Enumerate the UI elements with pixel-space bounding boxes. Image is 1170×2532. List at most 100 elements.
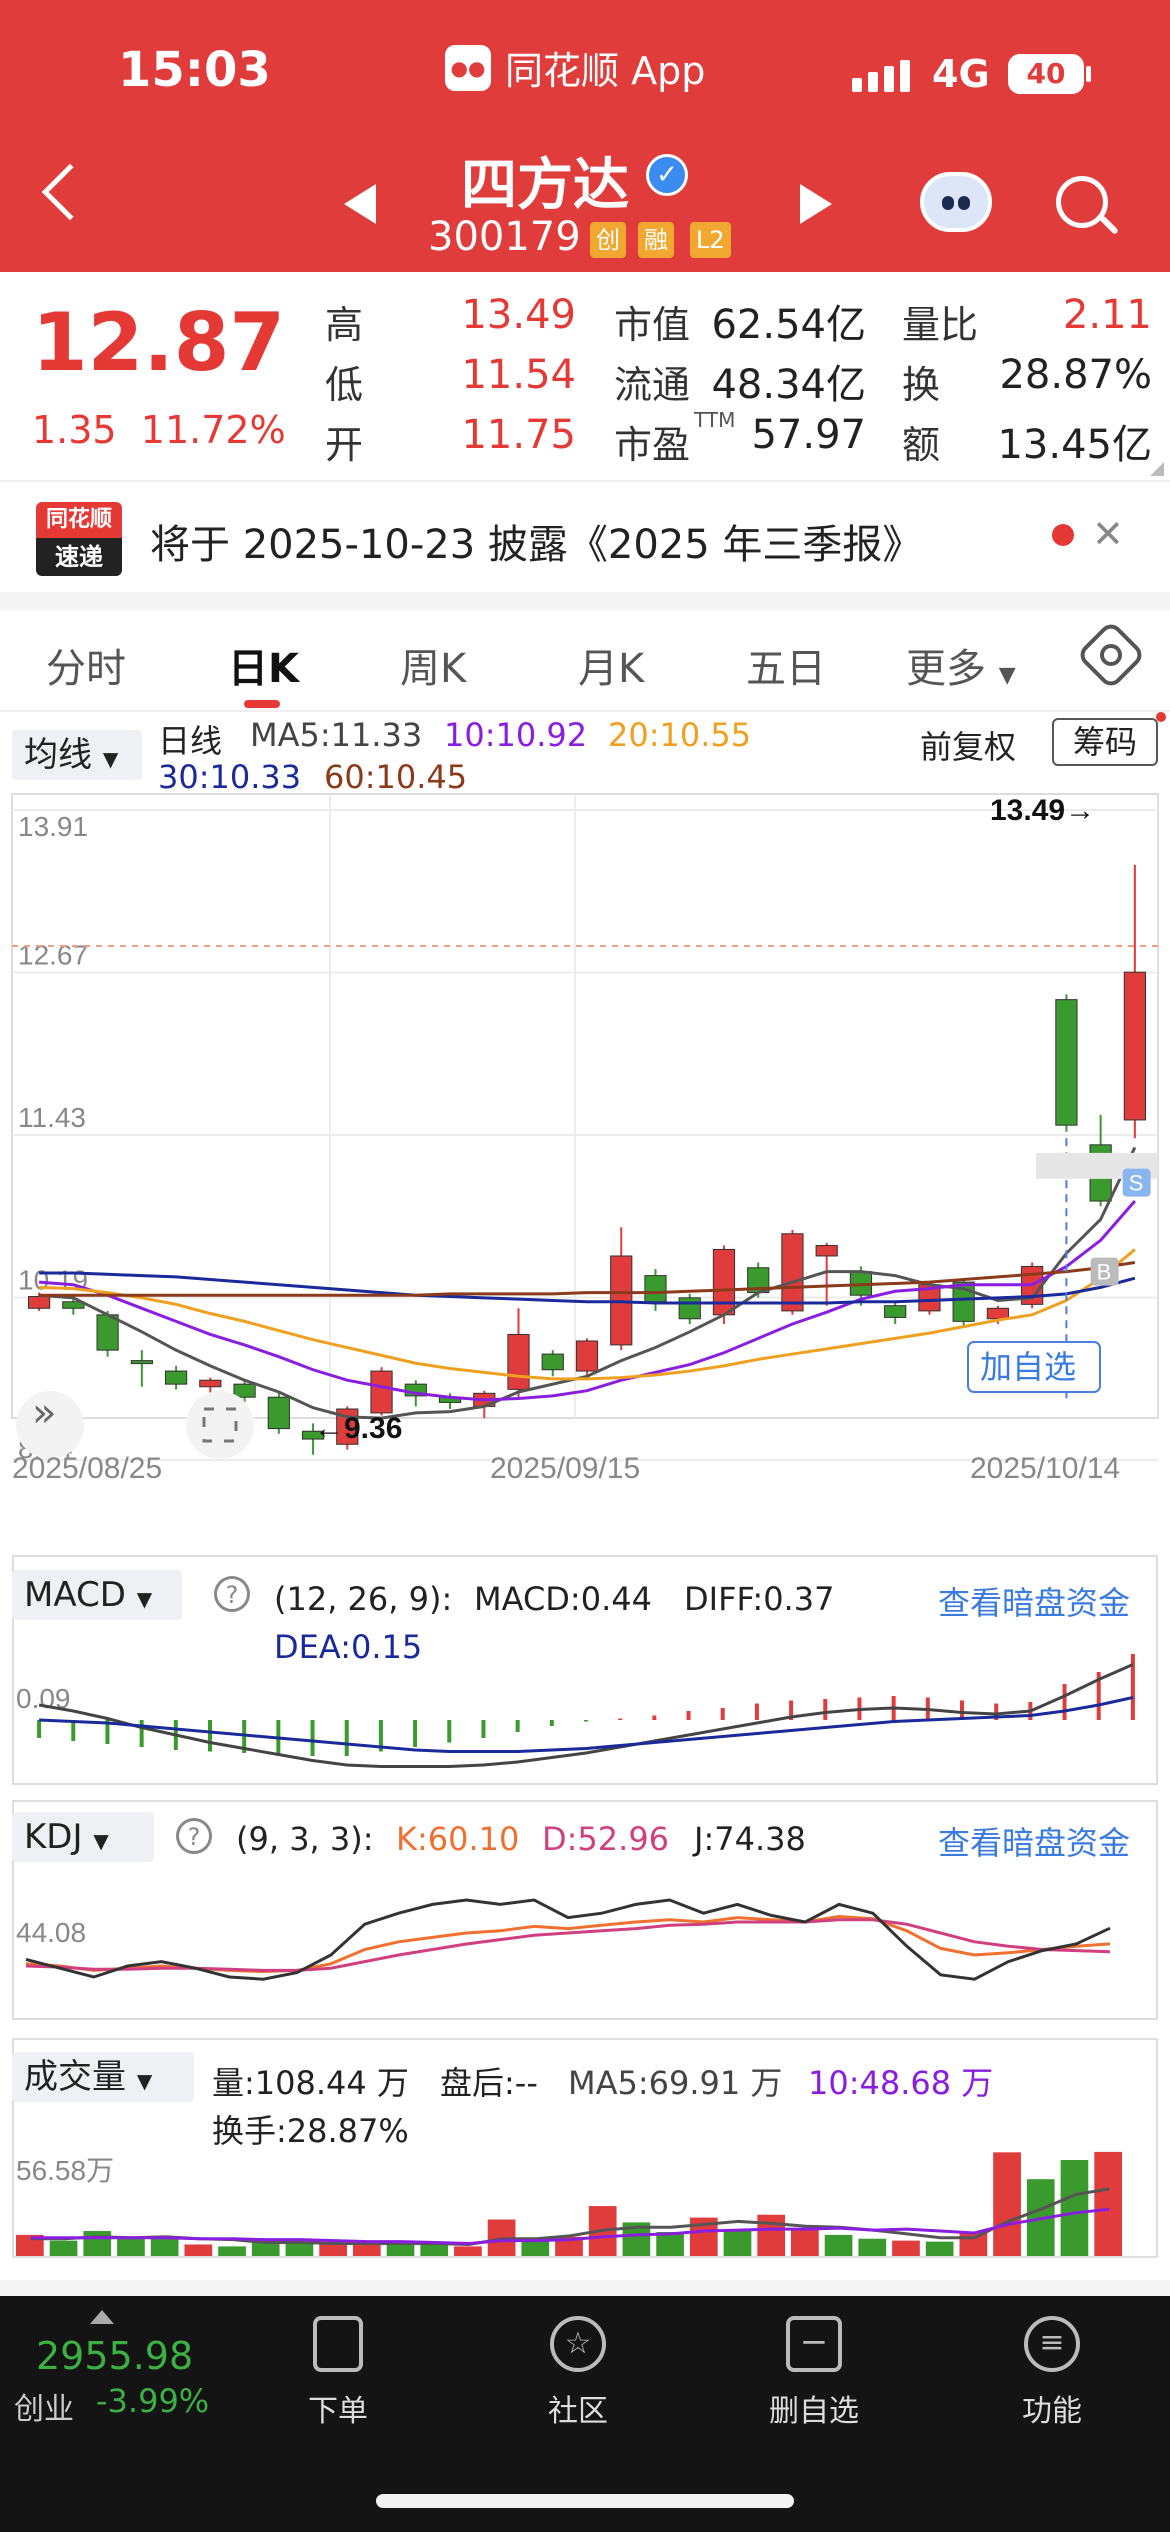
candle-body bbox=[233, 1383, 256, 1398]
section-divider bbox=[0, 2280, 1170, 2296]
volume-y-label: 56.58万 bbox=[16, 2155, 114, 2186]
value-pe: 57.97 bbox=[751, 412, 866, 458]
kdj-y-label: 44.08 bbox=[16, 1917, 86, 1948]
app-logo-icon: ●● bbox=[445, 44, 491, 91]
settings-icon-center bbox=[1100, 644, 1122, 666]
tab-monthly-k[interactable]: 月K bbox=[578, 636, 644, 694]
expand-corner-icon[interactable] bbox=[1150, 462, 1164, 476]
assistant-robot-icon[interactable] bbox=[920, 172, 992, 232]
home-indicator[interactable] bbox=[376, 2494, 794, 2508]
volume-bar bbox=[218, 2246, 246, 2256]
next-stock-icon[interactable] bbox=[800, 184, 832, 224]
x-tick-label: 2025/08/25 bbox=[12, 1452, 162, 1485]
candle-body bbox=[1123, 971, 1146, 1121]
label-market-cap: 市值 bbox=[614, 303, 691, 347]
help-icon[interactable]: ? bbox=[214, 1576, 250, 1612]
order-icon bbox=[313, 2316, 363, 2372]
macd-dark-pool-link[interactable]: 查看暗盘资金 bbox=[938, 1578, 1130, 1624]
candle-body bbox=[712, 1248, 736, 1316]
chips-button[interactable]: 筹码 bbox=[1052, 718, 1158, 766]
index-expand-icon[interactable] bbox=[90, 2310, 114, 2324]
tab-more[interactable]: 更多 ▼ bbox=[906, 636, 1016, 694]
volume-bar bbox=[892, 2240, 920, 2256]
tabs-divider bbox=[0, 710, 1170, 712]
candle-body bbox=[507, 1333, 530, 1390]
tab-five-day[interactable]: 五日 bbox=[746, 636, 826, 694]
y-tick-label: 12.67 bbox=[18, 940, 88, 971]
battery-tip bbox=[1086, 66, 1091, 82]
help-icon[interactable]: ? bbox=[176, 1818, 212, 1854]
volume-ma10: 10:48.68 万 bbox=[808, 2064, 994, 2102]
label-pe: 市盈 bbox=[614, 423, 691, 467]
volume-bar bbox=[319, 2244, 347, 2256]
nav-order[interactable]: 下单 bbox=[298, 2316, 378, 2430]
label-low: 低 bbox=[325, 363, 364, 407]
status-app-label: 同花顺 App bbox=[505, 49, 706, 93]
chevron-down-icon: ▼ bbox=[136, 2069, 153, 2093]
kdj-chart: 44.08 bbox=[16, 1898, 1111, 1981]
volume-bar bbox=[858, 2238, 887, 2256]
volume-bar bbox=[959, 2232, 988, 2256]
volume-bar bbox=[420, 2243, 449, 2256]
kdj-line-k bbox=[25, 1914, 1111, 1974]
after-hours: 盘后:-- bbox=[440, 2064, 538, 2102]
macd-chart: 0.09 bbox=[16, 1654, 1135, 1768]
y-tick-label: 11.43 bbox=[18, 1102, 86, 1133]
banner-text: 将于 2025-10-23 披露《2025 年三季报》 bbox=[150, 522, 923, 568]
app-header: 15:03 ●● 同花顺 App 4G 40 四方达 ✓ 300179 创 融 … bbox=[0, 0, 1170, 272]
sell-marker-label: S bbox=[1129, 1171, 1144, 1196]
tab-weekly-k[interactable]: 周K bbox=[400, 636, 466, 694]
volume-bar bbox=[824, 2234, 853, 2256]
x-tick-label: 2025/09/15 bbox=[490, 1452, 640, 1485]
volume-bar bbox=[454, 2246, 482, 2256]
macd-value: MACD:0.44 bbox=[474, 1580, 652, 1618]
x-tick-label: 2025/10/14 bbox=[970, 1452, 1120, 1485]
volume-chart: 56.58万 bbox=[16, 2151, 1122, 2256]
candle-body bbox=[164, 1370, 188, 1385]
signal-icon bbox=[852, 60, 910, 92]
macd-select[interactable]: MACD ▼ bbox=[12, 1570, 182, 1620]
candle-body bbox=[199, 1379, 222, 1388]
tab-daily-k[interactable]: 日K bbox=[228, 636, 299, 694]
kdj-line-j bbox=[25, 1898, 1111, 1981]
close-icon[interactable]: ✕ bbox=[1092, 512, 1124, 556]
legend-ma20: 20:10.55 bbox=[608, 716, 752, 754]
candle-body bbox=[28, 1296, 51, 1309]
kdj-select[interactable]: KDJ ▼ bbox=[12, 1812, 154, 1862]
badge-chuang: 创 bbox=[590, 222, 626, 258]
volume-bar bbox=[117, 2238, 145, 2256]
macd-line-diff bbox=[38, 1663, 1134, 1768]
volume-bar bbox=[386, 2244, 415, 2256]
kdj-j: J:74.38 bbox=[694, 1820, 806, 1858]
battery-icon: 40 bbox=[1008, 54, 1084, 94]
express-logo: 同花顺 速递 bbox=[36, 502, 122, 576]
value-volume-ratio: 2.11 bbox=[1062, 292, 1152, 338]
legend-ma10: 10:10.92 bbox=[444, 716, 588, 754]
volume-bar bbox=[791, 2229, 819, 2256]
adjust-mode[interactable]: 前复权 bbox=[920, 722, 1016, 768]
volume-select[interactable]: 成交量 ▼ bbox=[12, 2052, 194, 2102]
price-change: 1.35 11.72% bbox=[32, 408, 286, 452]
nav-community[interactable]: ☆ 社区 bbox=[538, 2316, 618, 2430]
nav-functions[interactable]: ≡ 功能 bbox=[1012, 2316, 1092, 2430]
buy-marker-label: B bbox=[1097, 1260, 1112, 1285]
kdj-params: (9, 3, 3): bbox=[236, 1820, 374, 1858]
kdj-dark-pool-link[interactable]: 查看暗盘资金 bbox=[938, 1818, 1130, 1864]
nav-remove-watch[interactable]: − 删自选 bbox=[762, 2316, 866, 2430]
unread-dot bbox=[1052, 524, 1074, 546]
candle-body bbox=[644, 1275, 667, 1303]
candle-body bbox=[541, 1353, 564, 1371]
tab-intraday[interactable]: 分时 bbox=[46, 636, 126, 694]
news-banner[interactable]: 同花顺 速递 将于 2025-10-23 披露《2025 年三季报》 bbox=[0, 480, 1170, 592]
index-name: 创业 bbox=[14, 2392, 74, 2427]
stock-name: 四方达 bbox=[461, 153, 629, 218]
indicator-select[interactable]: 均线 ▼ bbox=[12, 730, 142, 780]
current-price: 12.87 bbox=[32, 296, 286, 389]
candle-body bbox=[370, 1370, 393, 1414]
macd-line-dea bbox=[39, 1696, 1134, 1753]
index-value[interactable]: 2955.98 bbox=[36, 2334, 193, 2378]
kline-chart[interactable]: 13.9112.6711.4310.198.94 13.49→←9.36SB加自… bbox=[0, 790, 1170, 1550]
kline-period: 日线 bbox=[158, 722, 223, 760]
menu-icon: ≡ bbox=[1024, 2316, 1080, 2372]
add-watch-label: 加自选 bbox=[980, 1348, 1076, 1386]
